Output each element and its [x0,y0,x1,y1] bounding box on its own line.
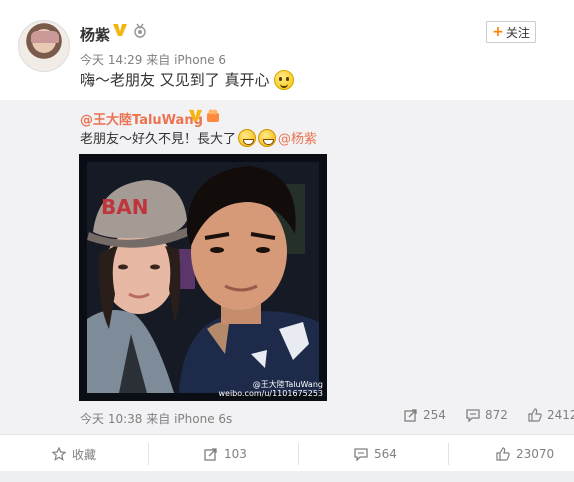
verified-v-icon[interactable] [188,108,203,123]
happy-emoji-icon [273,69,294,90]
repost-like-count: 2412 [547,408,574,422]
repost-comment-stat[interactable]: 872 [466,408,508,422]
post-meta: 今天 14:29 来自 iPhone 6 [80,51,226,68]
divider [148,443,149,465]
repost-card: @王大陸TaluWang 老朋友～好久不見！長大了 @杨紫 BAN @王大陸Ta… [0,100,574,434]
post-source[interactable]: iPhone 6 [174,53,226,67]
comment-count: 564 [374,447,397,461]
medal-icon[interactable] [132,23,148,39]
comment-icon [354,448,368,461]
watermark-handle: @王大陸TaluWang [252,380,323,389]
grin-emoji-icon [238,128,257,147]
repost-meta: 今天 10:38 来自 iPhone 6s [80,410,232,427]
follow-label: 关注 [505,25,530,40]
plus-icon: + [492,24,504,40]
favorite-button[interactable]: 收藏 [52,435,96,473]
repost-comment-count: 872 [485,408,508,422]
comment-button[interactable]: 564 [354,435,397,473]
avatar[interactable] [18,20,70,72]
thumbs-up-icon [528,408,542,422]
repost-author-name[interactable]: @王大陸TaluWang [80,109,203,128]
repost-text: 老朋友～好久不見！長大了 @杨紫 [80,128,317,147]
cap-text: BAN [101,195,148,219]
post-source-prefix: 来自 [146,53,171,67]
repost-forward-count: 254 [423,408,446,422]
member-badge-icon[interactable] [205,108,221,124]
repost-source[interactable]: iPhone 6s [174,412,232,426]
forward-icon [404,409,417,422]
post-author-name[interactable]: 杨紫 [80,24,110,45]
avatar-image [31,31,59,43]
repost-time[interactable]: 今天 10:38 [80,412,142,426]
thumbs-up-icon [496,447,510,461]
divider [298,443,299,465]
comment-icon [466,409,480,422]
like-button[interactable]: 23070 [496,435,554,473]
post-text-content: 嗨～老朋友 又见到了 真开心 [80,71,270,89]
grin-emoji-icon [258,128,277,147]
photo-watermark: @王大陸TaluWang weibo.com/u/1101675253 [218,380,323,398]
repost-like-stat[interactable]: 2412 [528,408,574,422]
follow-button[interactable]: + 关注 [486,21,536,43]
repost-button[interactable]: 103 [204,435,247,473]
divider [448,443,449,465]
like-count: 23070 [516,447,555,461]
repost-forward-stat[interactable]: 254 [404,408,446,422]
photo-image: BAN [79,154,327,401]
repost-count: 103 [224,447,247,461]
post-time[interactable]: 今天 14:29 [80,53,142,67]
verified-v-icon[interactable] [112,22,128,38]
repost-text-content: 老朋友～好久不見！長大了 [80,132,237,147]
repost-photo[interactable]: BAN @王大陸TaluWang weibo.com/u/1101675253 [79,154,327,401]
post-header: 杨紫 今天 14:29 来自 iPhone 6 + 关注 嗨～老朋友 又见到了 … [0,0,574,100]
watermark-url: weibo.com/u/1101675253 [218,389,323,398]
feed-separator [0,471,574,482]
star-icon [52,447,66,461]
repost-mention[interactable]: @杨紫 [278,128,317,147]
forward-icon [204,448,217,461]
repost-source-prefix: 来自 [146,412,171,426]
post-text: 嗨～老朋友 又见到了 真开心 [80,69,294,90]
favorite-label: 收藏 [72,447,97,462]
